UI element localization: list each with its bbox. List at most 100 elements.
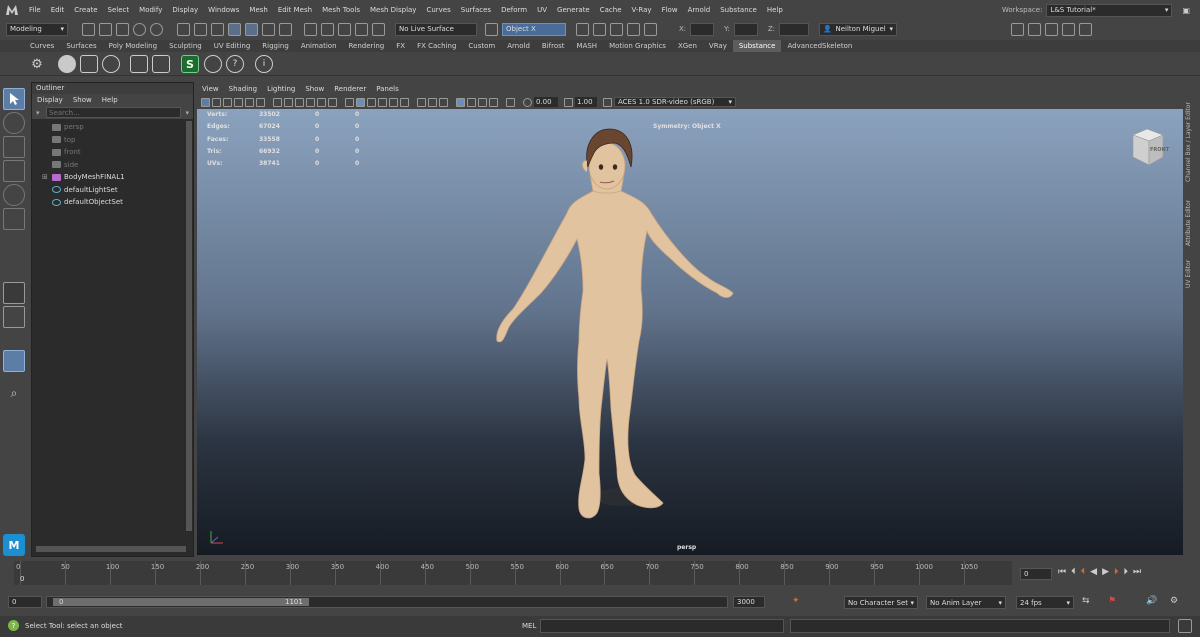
maya-home-icon[interactable]: M [3, 534, 25, 556]
exposure-value[interactable]: 0.00 [534, 97, 558, 107]
substance-assets-icon[interactable]: S [181, 55, 199, 73]
range-end-field[interactable]: 3000 [733, 596, 765, 608]
snap-surface-icon[interactable] [372, 22, 385, 36]
select-component-icon[interactable] [211, 22, 224, 36]
outliner-item-bodymeshfinal1[interactable]: ⊞ BodyMeshFINAL1 [32, 171, 193, 184]
info-icon[interactable]: i [255, 55, 273, 73]
menu-flow[interactable]: Flow [657, 6, 683, 14]
lasso-tool-icon[interactable] [3, 112, 25, 134]
panel-toggle-icon[interactable] [1045, 22, 1059, 36]
grid-icon[interactable] [273, 97, 282, 107]
menu-arnold[interactable]: Arnold [683, 6, 716, 14]
shelf-tab-arnold[interactable]: Arnold [501, 40, 536, 52]
chevron-down-icon[interactable]: ▾ [181, 109, 189, 117]
isolate-select-icon[interactable] [506, 97, 515, 107]
default-material-icon[interactable] [367, 97, 376, 107]
shelf-tab-poly-modeling[interactable]: Poly Modeling [103, 40, 163, 52]
outliner-item-defaultobjectset[interactable]: defaultObjectSet [32, 196, 193, 209]
menu-select[interactable]: Select [103, 6, 135, 14]
live-surface-field[interactable]: No Live Surface [395, 22, 477, 36]
shelf-tab-mash[interactable]: MASH [571, 40, 604, 52]
go-to-end-icon[interactable]: ⏭ [1133, 567, 1141, 577]
twod-pan-icon[interactable] [245, 97, 254, 107]
step-forward-key-icon[interactable]: ⏵ [1114, 567, 1119, 577]
field-chart-icon[interactable] [317, 97, 326, 107]
x-field[interactable] [690, 22, 715, 36]
animation-prefs-icon[interactable]: ⚙ [1170, 596, 1178, 606]
viewport-menu-renderer[interactable]: Renderer [329, 85, 371, 93]
save-scene-icon[interactable] [116, 22, 129, 36]
menu-windows[interactable]: Windows [203, 6, 244, 14]
color-space-dropdown[interactable]: ACES 1.0 SDR-video (sRGB) ▾ [614, 97, 736, 107]
snap-plane-icon[interactable] [355, 22, 368, 36]
expand-icon[interactable]: ⊞ [42, 173, 52, 181]
select-tool-icon[interactable] [3, 88, 25, 110]
lock-icon[interactable]: ▣ [1182, 6, 1190, 15]
snap-curve-icon[interactable] [321, 22, 334, 36]
menu-edit-mesh[interactable]: Edit Mesh [273, 6, 317, 14]
audio-icon[interactable]: 🔊 [1146, 596, 1157, 606]
render-icon[interactable] [576, 22, 589, 36]
outliner-menu-show[interactable]: Show [68, 96, 97, 104]
select-vertex-icon[interactable] [228, 22, 241, 36]
outliner-search-input[interactable] [46, 107, 181, 118]
filter-icon[interactable]: ▾ [36, 109, 46, 117]
redo-icon[interactable] [150, 22, 163, 36]
outliner-scrollbar[interactable] [186, 121, 192, 531]
mel-command-input[interactable] [540, 619, 784, 633]
select-edge-icon[interactable] [245, 22, 258, 36]
menu-v-ray[interactable]: V-Ray [627, 6, 657, 14]
viewport-menu-show[interactable]: Show [300, 85, 329, 93]
menu-display[interactable]: Display [167, 6, 203, 14]
user-account-dropdown[interactable]: 👤 Neilton Miguel ▾ [819, 22, 898, 36]
textured-icon[interactable] [378, 97, 387, 107]
range-start-field[interactable]: 0 [8, 596, 42, 608]
smooth-shade-icon[interactable] [356, 97, 365, 107]
grease-pencil-icon[interactable] [256, 97, 265, 107]
current-frame-field[interactable]: 0 [1020, 568, 1052, 580]
refresh-icon[interactable] [204, 55, 222, 73]
character-set-dropdown[interactable]: No Character Set ▾ [844, 596, 918, 609]
step-forward-frame-icon[interactable]: ⏵ [1124, 567, 1129, 577]
resolution-gate-icon[interactable] [295, 97, 304, 107]
snap-point-icon[interactable] [338, 22, 351, 36]
outliner-item-side[interactable]: side [32, 159, 193, 172]
gate-mask-icon[interactable] [306, 97, 315, 107]
bookmark-icon[interactable] [223, 97, 232, 107]
image-plane-icon[interactable] [234, 97, 243, 107]
motion-blur-icon[interactable] [467, 97, 476, 107]
color-management-icon[interactable] [603, 97, 612, 107]
paint-select-tool-icon[interactable] [3, 136, 25, 158]
shelf-tab-rigging[interactable]: Rigging [256, 40, 295, 52]
shelf-tab-curves[interactable]: Curves [24, 40, 60, 52]
loop-icon[interactable]: ⇆ [1082, 596, 1090, 606]
viewport-menu-lighting[interactable]: Lighting [262, 85, 300, 93]
play-forward-icon[interactable]: ▶ [1102, 567, 1109, 577]
viewport-menu-shading[interactable]: Shading [224, 85, 262, 93]
shelf-tab-substance[interactable]: Substance [732, 40, 782, 52]
film-gate-icon[interactable] [284, 97, 293, 107]
menu-generate[interactable]: Generate [552, 6, 595, 14]
menu-substance[interactable]: Substance [715, 6, 762, 14]
help-circle-icon[interactable]: ? [226, 55, 244, 73]
shelf-tab-animation[interactable]: Animation [295, 40, 343, 52]
script-editor-icon[interactable] [1178, 619, 1192, 633]
substance-nodes-icon[interactable] [152, 55, 170, 73]
menu-surfaces[interactable]: Surfaces [456, 6, 496, 14]
symmetry-icon[interactable] [485, 22, 498, 36]
shelf-tab-custom[interactable]: Custom [462, 40, 501, 52]
outliner-item-persp[interactable]: persp [32, 121, 193, 134]
select-uv-icon[interactable] [279, 22, 292, 36]
select-face-icon[interactable] [262, 22, 275, 36]
safe-action-icon[interactable] [328, 97, 337, 107]
xray-icon[interactable] [417, 97, 426, 107]
menu-edit[interactable]: Edit [46, 6, 70, 14]
anti-aliasing-icon[interactable] [478, 97, 487, 107]
shelf-tab-surfaces[interactable]: Surfaces [60, 40, 102, 52]
y-field[interactable] [733, 22, 758, 36]
menu-modify[interactable]: Modify [134, 6, 167, 14]
ipr-render-icon[interactable] [593, 22, 606, 36]
new-scene-icon[interactable] [82, 22, 95, 36]
step-back-key-icon[interactable]: ⏴ [1081, 567, 1086, 577]
channel-box-tab[interactable]: Channel Box / Layer Editor [1185, 92, 1199, 182]
